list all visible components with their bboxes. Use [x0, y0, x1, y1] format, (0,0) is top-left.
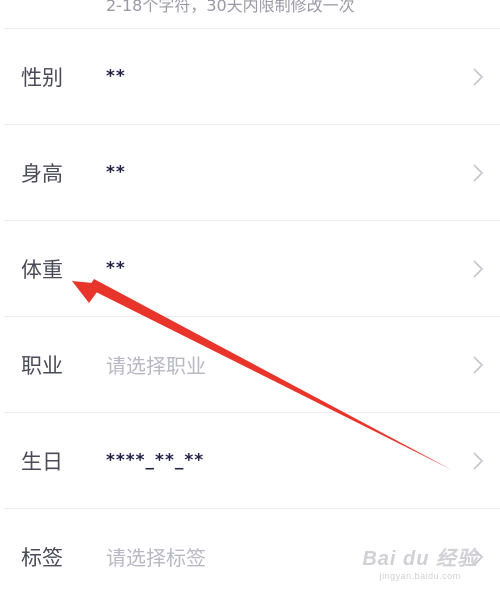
row-placeholder: 请选择职业	[106, 353, 206, 378]
chevron-right-icon	[473, 67, 484, 86]
chevron-right-icon	[473, 163, 484, 182]
row-gender[interactable]: 性别 **	[0, 29, 500, 124]
watermark-url: jingyan.baidu.com	[379, 571, 461, 581]
baidu-jingyan-watermark: Bai du 经验 jingyan.baidu.com	[362, 542, 478, 581]
row-label: 体重	[21, 257, 63, 282]
row-label: 身高	[21, 161, 63, 186]
chevron-right-icon	[473, 451, 484, 470]
row-value: **	[106, 258, 126, 279]
row-birthday[interactable]: 生日 ****_**_**	[0, 413, 500, 508]
profile-settings-list: 性别 ** 身高 ** 体重 ** 职业 请选择职业 生日 ****_**_**…	[0, 28, 500, 604]
row-label: 标签	[21, 545, 63, 570]
watermark-logo: Bai du 经验	[362, 548, 478, 570]
row-value: **	[106, 162, 126, 183]
row-height[interactable]: 身高 **	[0, 125, 500, 220]
row-value: **	[106, 66, 126, 87]
row-placeholder: 请选择标签	[106, 545, 206, 570]
row-occupation[interactable]: 职业 请选择职业	[0, 317, 500, 412]
row-weight[interactable]: 体重 **	[0, 221, 500, 316]
chevron-right-icon	[473, 355, 484, 374]
row-value: ****_**_**	[106, 450, 205, 471]
chevron-right-icon	[473, 259, 484, 278]
row-label: 性别	[21, 65, 63, 90]
nickname-hint: 2-18个字符，30天内限制修改一次	[106, 0, 355, 15]
row-label: 生日	[21, 449, 63, 474]
row-label: 职业	[21, 353, 63, 378]
